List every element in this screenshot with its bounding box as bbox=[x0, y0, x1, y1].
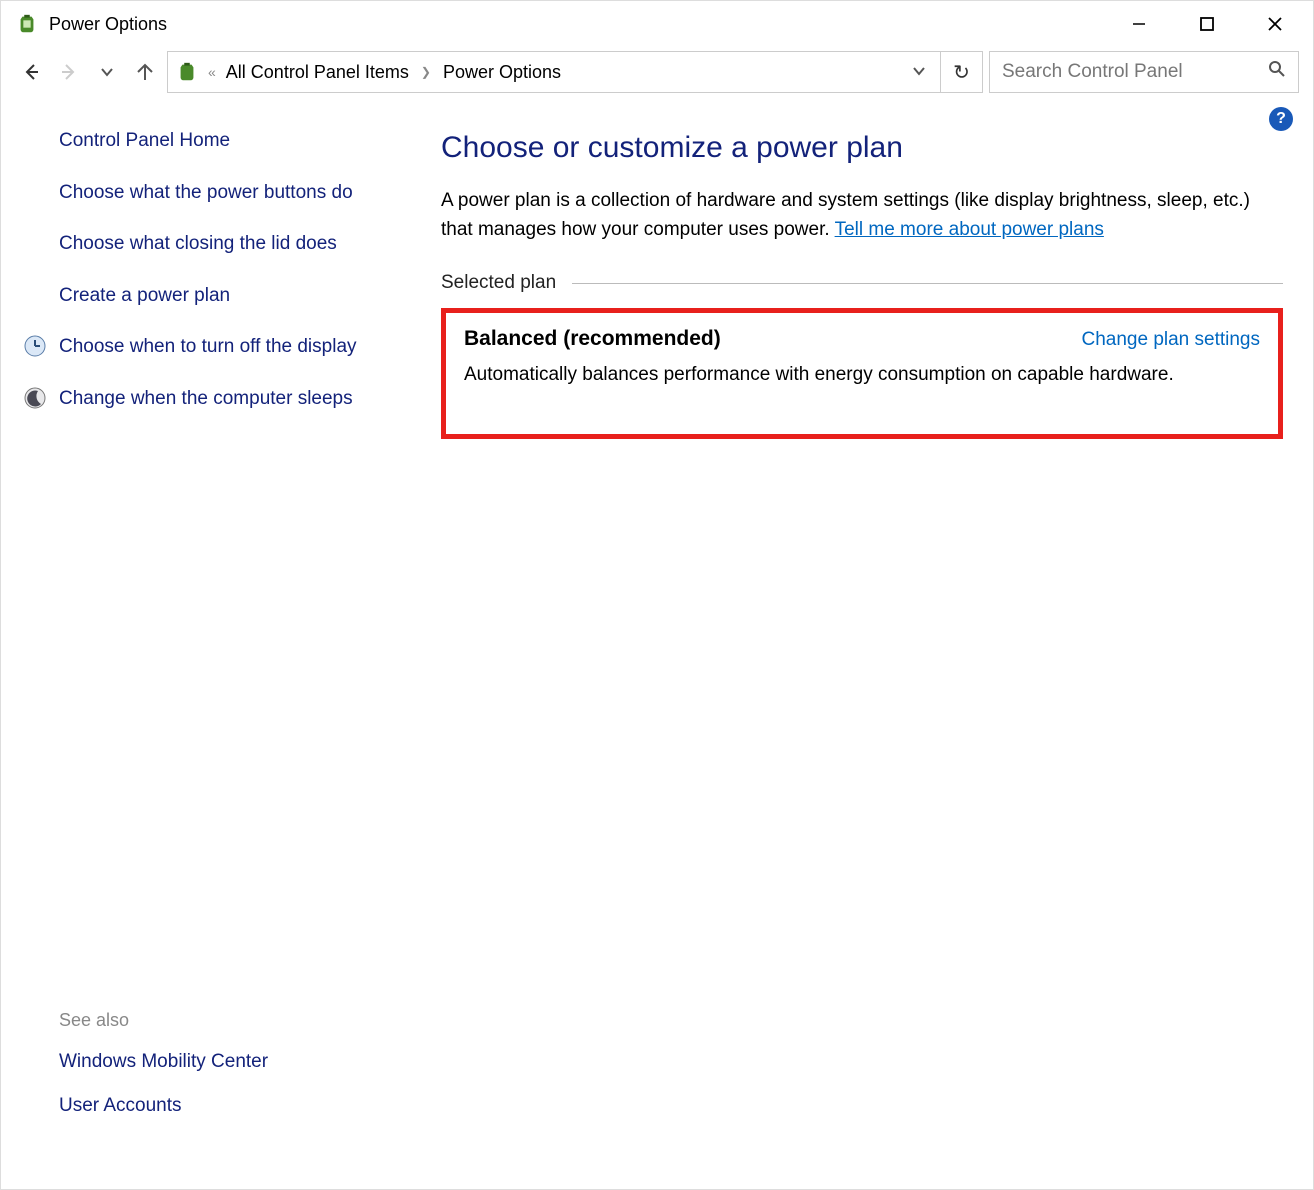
search-box[interactable]: Search Control Panel bbox=[989, 51, 1299, 93]
minimize-button[interactable] bbox=[1105, 2, 1173, 46]
see-also-header: See also bbox=[59, 1010, 381, 1031]
help-icon[interactable]: ? bbox=[1269, 107, 1293, 131]
maximize-button[interactable] bbox=[1173, 2, 1241, 46]
address-bar[interactable]: « All Control Panel Items ❯ Power Option… bbox=[167, 51, 941, 93]
section-label: Selected plan bbox=[441, 272, 556, 294]
up-button[interactable] bbox=[129, 56, 161, 88]
chevron-right-icon[interactable]: ❯ bbox=[415, 65, 437, 79]
nav-link-label: Change when the computer sleeps bbox=[59, 388, 353, 409]
see-also-user-accounts[interactable]: User Accounts bbox=[59, 1095, 381, 1117]
toolbar: « All Control Panel Items ❯ Power Option… bbox=[1, 47, 1313, 97]
see-also-mobility-center[interactable]: Windows Mobility Center bbox=[59, 1051, 381, 1073]
search-placeholder: Search Control Panel bbox=[1002, 61, 1258, 83]
nav-link-computer-sleeps[interactable]: Change when the computer sleeps bbox=[59, 385, 381, 413]
breadcrumb-item-2[interactable]: Power Options bbox=[441, 62, 563, 83]
clock-icon bbox=[23, 334, 47, 358]
nav-link-label: Choose when to turn off the display bbox=[59, 336, 357, 357]
left-navigation: Control Panel Home Choose what the power… bbox=[1, 97, 401, 1189]
plan-description: Automatically balances performance with … bbox=[464, 361, 1260, 390]
breadcrumb-item-1[interactable]: All Control Panel Items bbox=[224, 62, 411, 83]
page-heading: Choose or customize a power plan bbox=[441, 131, 1283, 165]
page-description: A power plan is a collection of hardware… bbox=[441, 187, 1283, 244]
tell-me-more-link[interactable]: Tell me more about power plans bbox=[835, 219, 1104, 240]
title-bar: Power Options bbox=[1, 1, 1313, 47]
recent-locations-button[interactable] bbox=[91, 56, 123, 88]
search-icon bbox=[1268, 60, 1286, 84]
power-options-icon bbox=[15, 12, 39, 36]
breadcrumb-overflow[interactable]: « bbox=[204, 64, 220, 80]
location-icon bbox=[174, 59, 200, 85]
main-content: Choose or customize a power plan A power… bbox=[401, 97, 1313, 1189]
plan-name: Balanced (recommended) bbox=[464, 327, 721, 351]
nav-link-power-buttons[interactable]: Choose what the power buttons do bbox=[59, 179, 381, 207]
close-button[interactable] bbox=[1241, 2, 1309, 46]
selected-plan-box: Balanced (recommended) Change plan setti… bbox=[441, 308, 1283, 439]
forward-button[interactable] bbox=[53, 56, 85, 88]
nav-link-closing-lid[interactable]: Choose what closing the lid does bbox=[59, 230, 381, 258]
section-header: Selected plan bbox=[441, 272, 1283, 294]
control-panel-home-link[interactable]: Control Panel Home bbox=[59, 127, 381, 155]
change-plan-settings-link[interactable]: Change plan settings bbox=[1081, 329, 1260, 351]
address-dropdown-button[interactable] bbox=[904, 62, 934, 83]
divider bbox=[572, 283, 1283, 284]
window-title: Power Options bbox=[49, 14, 167, 35]
nav-link-create-plan[interactable]: Create a power plan bbox=[59, 282, 381, 310]
refresh-button[interactable]: ↻ bbox=[941, 51, 983, 93]
moon-icon bbox=[23, 386, 47, 410]
back-button[interactable] bbox=[15, 56, 47, 88]
nav-link-display-off[interactable]: Choose when to turn off the display bbox=[59, 333, 381, 361]
